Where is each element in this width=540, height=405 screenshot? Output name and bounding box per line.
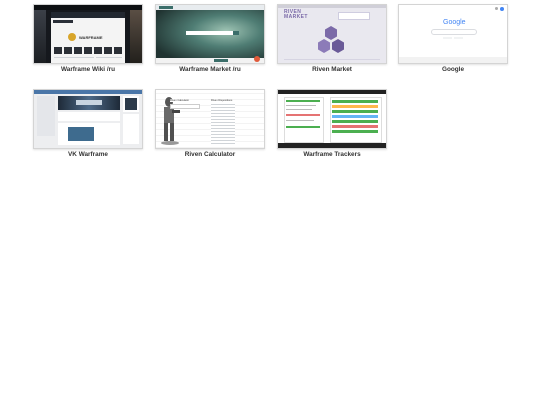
tile-thumbnail: Riven Calculator Riven Dispositions <box>155 89 265 149</box>
wiki-logo-text: WARFRAME <box>79 35 103 40</box>
tile-label: VK Warframe <box>68 151 108 158</box>
tile-thumbnail <box>33 89 143 149</box>
hexagon-cluster-icon <box>318 26 344 53</box>
tile-label: Warframe Wiki /ru <box>60 66 116 73</box>
tile-label: Warframe Market /ru <box>179 66 241 73</box>
speed-dial-page: { "tiles": [ {"label": "Warframe Wiki /r… <box>0 0 540 405</box>
tile-label: Riven Calculator <box>184 151 236 158</box>
tile-label: Google <box>441 66 464 73</box>
dispositions-title: Riven Dispositions <box>211 99 233 102</box>
tile-label: Riven Market <box>312 66 352 73</box>
tile-thumbnail <box>155 4 265 64</box>
tile-thumbnail <box>277 89 387 149</box>
riven-logo-line2: MARKET <box>284 14 308 20</box>
google-logo-text: Google <box>443 19 466 26</box>
tile-label: Warframe Trackers <box>303 151 361 158</box>
tile-thumbnail: Google <box>398 4 508 64</box>
calculator-title: Riven Calculator <box>170 99 190 102</box>
tile-thumbnail: WARFRAME <box>33 4 143 64</box>
tile-thumbnail: RIVEN MARKET <box>277 4 387 64</box>
